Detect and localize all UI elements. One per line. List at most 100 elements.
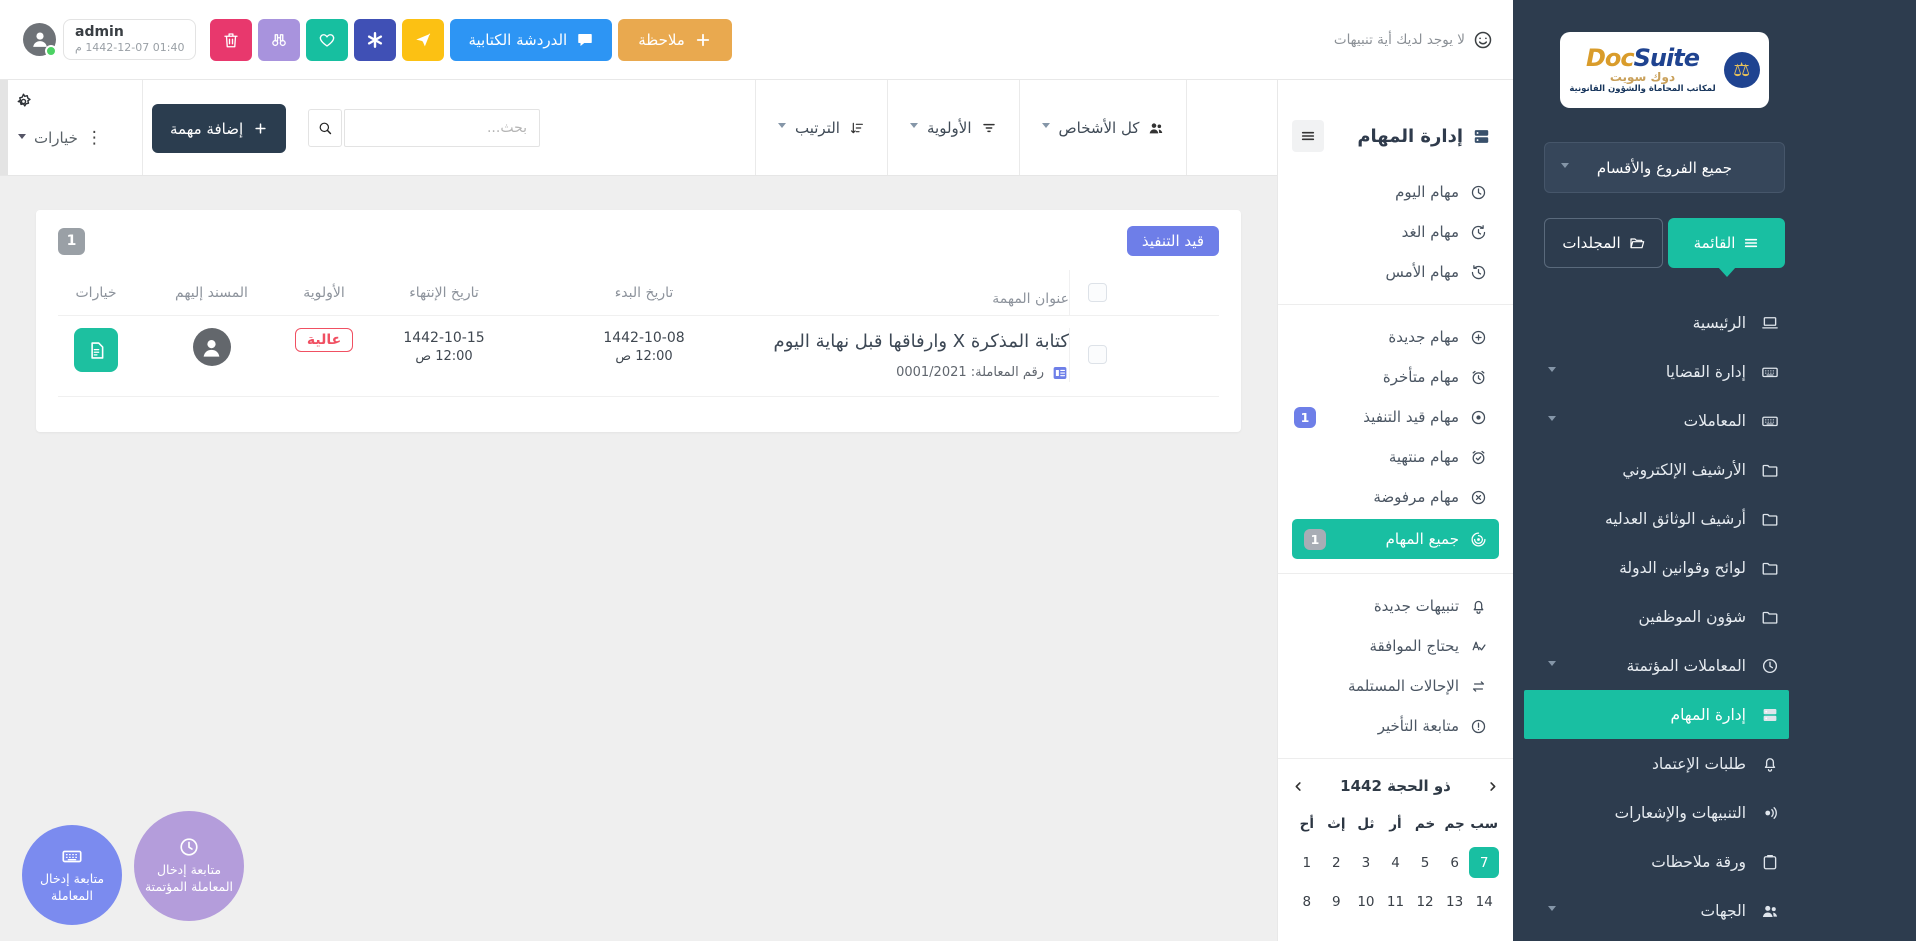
calendar-day-5[interactable]: 5 [1410,847,1440,878]
sidebar-item-إدارة القضايا[interactable]: إدارة القضايا [1540,347,1789,396]
sidebar-item-label: المعاملات المؤتمتة [1626,657,1746,675]
assignee-avatar[interactable] [193,328,231,366]
calendar-day-14[interactable]: 14 [1469,886,1499,917]
sidebar-item-أرشيف الوثائق العدليه[interactable]: أرشيف الوثائق العدليه [1540,494,1789,543]
sidebar-item-label: أرشيف الوثائق العدليه [1605,510,1746,528]
search-button[interactable] [308,109,342,147]
filter-people-label: كل الأشخاص [1059,119,1140,137]
divider [1278,573,1513,574]
task-filter-label: مهام منتهية [1389,448,1459,466]
sidebar-item-الأرشيف الإلكتروني[interactable]: الأرشيف الإلكتروني [1540,445,1789,494]
folders-view-button[interactable]: المجلدات [1544,218,1663,268]
sidebar-item-لوائح وقوانين الدولة[interactable]: لوائح وقوانين الدولة [1540,543,1789,592]
chevron-down-icon [18,134,26,143]
sidebar-item-ورقة ملاحظات[interactable]: ورقة ملاحظات [1540,837,1789,886]
folder-icon [1761,510,1779,528]
approve-icon [1470,638,1487,655]
clock-back-icon [1470,264,1487,281]
count-badge: 1 [1294,407,1316,428]
apps-button[interactable] [354,19,396,61]
sidebar-item-إدارة المهام[interactable]: إدارة المهام [1524,690,1789,739]
calendar-day-1[interactable]: 1 [1292,847,1322,878]
sidebar-item-label: طلبات الإعتماد [1652,755,1746,773]
fab-transaction-entry[interactable]: متابعة إدخال المعاملة [22,825,122,925]
user-chip[interactable]: admin 01:40 1442-12-07 م [23,19,196,61]
sidebar-item-التنبيهات والإشعارات[interactable]: التنبيهات والإشعارات [1540,788,1789,837]
add-note-button[interactable]: ملاحظة [618,19,732,61]
calendar-day-12[interactable]: 12 [1410,886,1440,917]
calendar-prev-button[interactable] [1292,780,1305,793]
tasks-card: قيد التنفيذ 1 عنوان المهمة تاريخ البدء ت… [36,210,1241,432]
task-filter-الإحالات المستلمة[interactable]: الإحالات المستلمة [1278,666,1513,706]
chat-button[interactable]: الدردشة الكتابية [450,19,612,61]
task-filter-label: تنبيهات جديدة [1374,597,1459,615]
panel-collapse-button[interactable] [1292,120,1324,152]
list-view-label: القائمة [1694,234,1736,252]
task-details-button[interactable] [74,328,118,372]
app-root: DocSuite دوك سويت لمكاتب المحاماة والشؤو… [0,0,1916,941]
sidebar-item-المعاملات[interactable]: المعاملات [1540,396,1789,445]
calendar-day-10[interactable]: 10 [1351,886,1381,917]
task-filter-يحتاج الموافقة[interactable]: يحتاج الموافقة [1278,626,1513,666]
broadcast-icon [1761,804,1779,822]
list-view-button[interactable]: القائمة [1668,218,1785,268]
task-filter-متابعة التأخير[interactable]: متابعة التأخير [1278,706,1513,746]
sidebar-item-الجهات[interactable]: الجهات [1540,886,1789,935]
folder-icon [1761,461,1779,479]
spiral-icon [1470,531,1487,548]
gear-icon [14,92,33,111]
options-label: خيارات [34,129,78,147]
binoculars-button[interactable] [258,19,300,61]
row-checkbox[interactable] [1088,345,1107,364]
task-title[interactable]: كتابة المذكرة X وارفاقها قبل نهاية اليوم [769,328,1069,356]
sidebar-item-label: الرئيسية [1693,314,1746,332]
chevron-down-icon [910,123,918,132]
search-input[interactable] [344,109,540,147]
options-menu[interactable]: ⋮ خيارات [18,128,102,148]
sidebar-view-toggle: القائمة المجلدات [1544,218,1785,268]
priority-cell: عالية [289,328,359,382]
chat-label: الدردشة الكتابية [468,31,567,49]
calendar-day-4[interactable]: 4 [1381,847,1411,878]
delete-button[interactable] [210,19,252,61]
filter-people[interactable]: كل الأشخاص [1019,80,1188,175]
sidebar-item-الرئيسية[interactable]: الرئيسية [1540,298,1789,347]
task-filter-مهام الغد[interactable]: مهام الغد [1278,212,1513,252]
calendar-day-9[interactable]: 9 [1322,886,1352,917]
calendar-next-button[interactable] [1486,780,1499,793]
task-filter-مهام مرفوضة[interactable]: مهام مرفوضة [1278,477,1513,517]
collapsed-panel-strip[interactable] [0,80,8,175]
calendar-day-8[interactable]: 8 [1292,886,1322,917]
task-filter-مهام الأمس[interactable]: مهام الأمس [1278,252,1513,292]
calendar-day-13[interactable]: 13 [1440,886,1470,917]
calendar-day-2[interactable]: 2 [1322,847,1352,878]
settings-gear-button[interactable] [14,92,33,117]
plus-circle-icon [1470,329,1487,346]
filter-sort[interactable]: الترتيب [755,80,887,175]
filter-priority[interactable]: الأولوية [887,80,1019,175]
send-button[interactable] [402,19,444,61]
calendar-day-6[interactable]: 6 [1440,847,1470,878]
tasks-panel-header: إدارة المهام [1278,80,1513,166]
keyboard-icon [1761,412,1779,430]
task-filter-مهام متأخرة[interactable]: مهام متأخرة [1278,357,1513,397]
task-filter-مهام منتهية[interactable]: مهام منتهية [1278,437,1513,477]
fab-automated-transaction-entry[interactable]: متابعة إدخال المعاملة المؤتمتة [134,811,244,921]
favorites-button[interactable] [306,19,348,61]
calendar-day-7[interactable]: 7 [1469,847,1499,878]
end-time: 12:00 ص [359,349,529,364]
branch-select[interactable]: جميع الفروع والأقسام [1544,142,1785,193]
task-filter-مهام قيد التنفيذ[interactable]: مهام قيد التنفيذ1 [1278,397,1513,437]
plane-icon [414,31,432,49]
task-filter-تنبيهات جديدة[interactable]: تنبيهات جديدة [1278,586,1513,626]
calendar-day-3[interactable]: 3 [1351,847,1381,878]
sidebar-item-المعاملات المؤتمتة[interactable]: المعاملات المؤتمتة [1540,641,1789,690]
task-filter-مهام اليوم[interactable]: مهام اليوم [1278,172,1513,212]
calendar-day-11[interactable]: 11 [1381,886,1411,917]
task-filter-جميع المهام[interactable]: جميع المهام1 [1292,519,1499,559]
sidebar-item-طلبات الإعتماد[interactable]: طلبات الإعتماد [1540,739,1789,788]
select-all-checkbox[interactable] [1088,283,1107,302]
task-filter-مهام جديدة[interactable]: مهام جديدة [1278,317,1513,357]
add-task-button[interactable]: إضافة مهمة [152,104,286,153]
sidebar-item-شؤون الموظفين[interactable]: شؤون الموظفين [1540,592,1789,641]
